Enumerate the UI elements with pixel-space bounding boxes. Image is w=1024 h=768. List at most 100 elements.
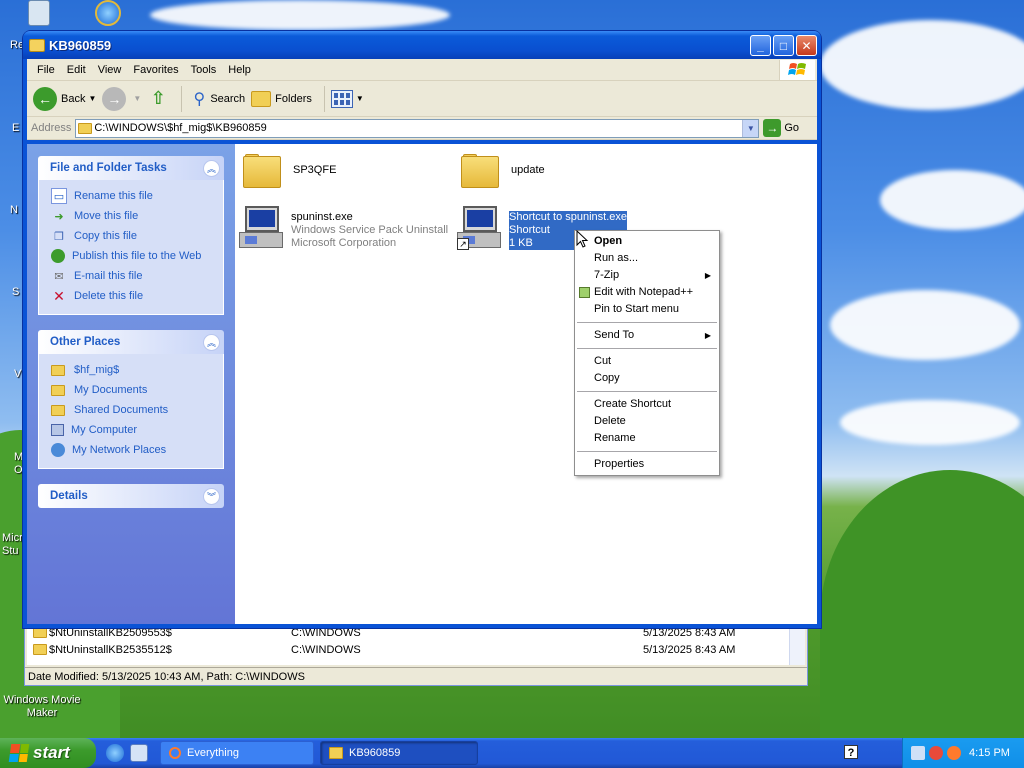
taskbar-button-everything[interactable]: Everything xyxy=(160,741,314,765)
menu-file[interactable]: File xyxy=(31,64,61,76)
address-label: Address xyxy=(31,122,72,134)
task-rename[interactable]: ▭ Rename this file xyxy=(51,186,223,206)
address-dropdown-icon[interactable]: ▼ xyxy=(742,119,759,137)
rename-icon: ▭ xyxy=(51,188,67,204)
other-places-panel: Other Places ︽ $hf_mig$ My Documents Sha… xyxy=(38,330,224,469)
menu-item-send-to[interactable]: Send To ▶ xyxy=(575,327,719,344)
details-panel: Details ︾ xyxy=(38,484,224,508)
task-label: Copy this file xyxy=(74,230,137,242)
desktop-label-fragment: E xyxy=(12,122,20,134)
copy-icon: ❐ xyxy=(54,230,64,243)
place-hf-mig[interactable]: $hf_mig$ xyxy=(51,360,223,380)
views-button[interactable]: ▼ xyxy=(330,89,364,108)
expand-chevron-icon[interactable]: ︾ xyxy=(203,487,220,505)
maximize-button[interactable]: □ xyxy=(773,35,794,56)
go-arrow-icon: → xyxy=(763,119,782,137)
installer-icon xyxy=(239,206,285,250)
menu-item-create-shortcut[interactable]: Create Shortcut xyxy=(575,396,719,413)
folders-icon xyxy=(251,90,272,107)
folders-button[interactable]: Folders xyxy=(251,90,312,107)
menu-separator xyxy=(577,322,717,323)
search-icon: ⚲ xyxy=(193,90,206,108)
place-shared-documents[interactable]: Shared Documents xyxy=(51,400,223,420)
desktop-label-fragment: Re xyxy=(10,39,25,51)
desktop-label-fragment: V xyxy=(14,368,22,380)
menu-item-open[interactable]: Open xyxy=(575,233,719,250)
help-icon[interactable]: ? xyxy=(844,745,858,759)
menu-favorites[interactable]: Favorites xyxy=(127,64,184,76)
menu-item-run-as[interactable]: Run as... xyxy=(575,250,719,267)
panel-header[interactable]: Other Places ︽ xyxy=(38,330,224,354)
menu-item-pin-start[interactable]: Pin to Start menu xyxy=(575,301,719,318)
toolbar-divider xyxy=(323,85,325,112)
address-value: C:\WINDOWS\$hf_mig$\KB960859 xyxy=(94,122,267,134)
title-bar[interactable]: KB960859 _ □ ✕ xyxy=(23,31,821,59)
quick-launch xyxy=(106,744,148,762)
everything-tray-icon[interactable] xyxy=(947,746,961,760)
movie-maker-shortcut[interactable]: Windows Movie Maker xyxy=(2,694,82,720)
vertical-scrollbar[interactable] xyxy=(789,625,805,665)
place-my-computer[interactable]: My Computer xyxy=(51,420,223,440)
email-icon: ✉ xyxy=(54,270,64,283)
file-view[interactable]: SP3QFE update spuninst.exe Windows Servi… xyxy=(235,144,817,624)
table-row[interactable]: $NtUninstallKB2535512$ C:\WINDOWS 5/13/2… xyxy=(27,642,791,659)
forward-arrow-icon: → xyxy=(102,86,127,111)
task-copy[interactable]: ❐ Copy this file xyxy=(51,226,223,246)
folder-item-update[interactable]: update xyxy=(461,154,545,188)
address-input[interactable]: C:\WINDOWS\$hf_mig$\KB960859 ▼ xyxy=(75,118,760,138)
start-button[interactable]: start xyxy=(0,738,96,768)
chevron-down-icon: ▼ xyxy=(88,94,97,103)
menu-item-edit-notepad[interactable]: Edit with Notepad++ xyxy=(575,284,719,301)
menu-tools[interactable]: Tools xyxy=(185,64,223,76)
task-publish[interactable]: Publish this file to the Web xyxy=(51,246,223,266)
taskbar-button-kb960859[interactable]: KB960859 xyxy=(320,741,478,765)
search-button[interactable]: ⚲ Search xyxy=(188,88,245,110)
menu-item-copy[interactable]: Copy xyxy=(575,370,719,387)
task-label: Move this file xyxy=(74,210,139,222)
close-button[interactable]: ✕ xyxy=(796,35,817,56)
place-my-documents[interactable]: My Documents xyxy=(51,380,223,400)
minimize-button[interactable]: _ xyxy=(750,35,771,56)
menu-view[interactable]: View xyxy=(92,64,128,76)
menu-edit[interactable]: Edit xyxy=(61,64,92,76)
menu-item-rename[interactable]: Rename xyxy=(575,430,719,447)
file-item-spuninst[interactable]: spuninst.exe Windows Service Pack Uninst… xyxy=(239,206,448,250)
menu-item-7zip[interactable]: 7-Zip ▶ xyxy=(575,267,719,284)
folder-icon xyxy=(29,38,45,52)
internet-explorer-icon[interactable] xyxy=(106,744,124,762)
menu-item-cut[interactable]: Cut xyxy=(575,353,719,370)
folder-icon xyxy=(51,362,67,378)
up-button[interactable]: ⇧ xyxy=(147,88,169,110)
background-window[interactable]: $NtUninstallKB2509553$ C:\WINDOWS 5/13/2… xyxy=(24,620,808,686)
menu-item-properties[interactable]: Properties xyxy=(575,456,719,473)
network-tray-icon[interactable] xyxy=(911,746,925,760)
panel-header[interactable]: File and Folder Tasks ︽ xyxy=(38,156,224,180)
back-button[interactable]: ← Back ▼ xyxy=(33,86,97,111)
place-label: My Documents xyxy=(74,384,148,396)
menu-item-delete[interactable]: Delete xyxy=(575,413,719,430)
task-delete[interactable]: ✕ Delete this file xyxy=(51,286,223,306)
panel-header[interactable]: Details ︾ xyxy=(38,484,224,508)
folder-item-sp3qfe[interactable]: SP3QFE xyxy=(243,154,336,188)
item-name: update xyxy=(511,164,545,176)
internet-explorer-icon[interactable] xyxy=(78,0,138,28)
recycle-bin-icon[interactable] xyxy=(0,0,60,28)
row-name: $NtUninstallKB2509553$ xyxy=(49,627,172,639)
menu-separator xyxy=(577,391,717,392)
system-tray: 4:15 PM xyxy=(902,738,1024,768)
place-my-network-places[interactable]: My Network Places xyxy=(51,440,223,460)
item-name: Shortcut to spuninst.exe xyxy=(509,211,628,223)
row-name: $NtUninstallKB2535512$ xyxy=(49,644,172,656)
task-move[interactable]: ➜ Move this file xyxy=(51,206,223,226)
windows-logo-icon xyxy=(779,60,815,80)
task-email[interactable]: ✉ E-mail this file xyxy=(51,266,223,286)
clock[interactable]: 4:15 PM xyxy=(969,747,1010,759)
forward-button[interactable]: → ▼ xyxy=(102,86,141,111)
collapse-chevron-icon[interactable]: ︽ xyxy=(203,333,220,351)
task-label: Delete this file xyxy=(74,290,144,302)
collapse-chevron-icon[interactable]: ︽ xyxy=(203,159,220,177)
go-button[interactable]: → Go xyxy=(763,119,799,137)
show-desktop-icon[interactable] xyxy=(130,744,148,762)
security-alert-icon[interactable] xyxy=(929,746,943,760)
menu-help[interactable]: Help xyxy=(222,64,257,76)
